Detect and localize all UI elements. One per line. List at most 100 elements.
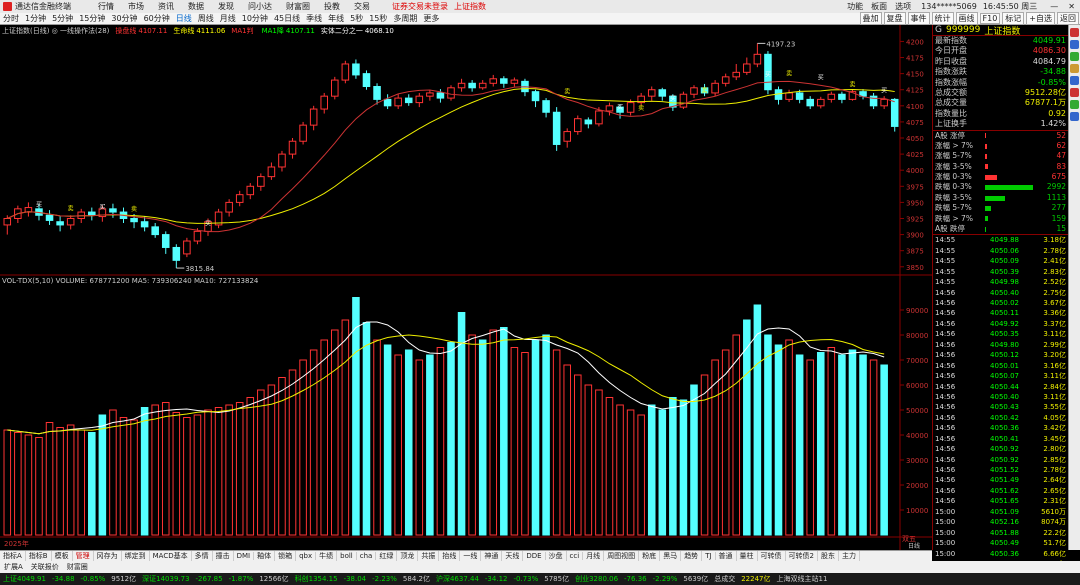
period-tab-0[interactable]: 分时: [0, 13, 22, 24]
period-tab-6[interactable]: 日线: [173, 13, 195, 24]
indicator-tab-14[interactable]: boll: [337, 552, 357, 560]
sidebar-orange-icon[interactable]: [1070, 64, 1079, 73]
tick-row[interactable]: 14:56 4051.62 2.65亿: [933, 486, 1068, 496]
indicator-tab-27[interactable]: 周图视图: [604, 551, 640, 561]
sub-item-0[interactable]: 扩展A: [0, 562, 27, 572]
indicator-tab-2[interactable]: 模板: [52, 551, 73, 561]
tick-row[interactable]: 14:56 4049.92 3.37亿: [933, 319, 1068, 329]
indicator-tab-10[interactable]: 釉体: [254, 551, 276, 561]
indicator-tab-15[interactable]: cha: [357, 552, 377, 560]
tick-row[interactable]: 14:56 4050.40 2.75亿: [933, 288, 1068, 298]
period-tab-13[interactable]: 5秒: [347, 13, 366, 24]
kline-chart-svg[interactable]: 4200 4175 4150 4125 4100 4075 4050 4025 4000 3975…: [0, 25, 932, 550]
tick-row[interactable]: 15:00 4051.88 22.2亿: [933, 528, 1068, 538]
indicator-tab-35[interactable]: 可转债2: [786, 551, 818, 561]
indicator-tab-0[interactable]: 指标A: [0, 551, 26, 561]
minimize-icon[interactable]: —: [1050, 2, 1058, 11]
tick-row[interactable]: 14:56 4050.36 3.42亿: [933, 423, 1068, 433]
tick-row[interactable]: 15:00 4051.09 5610万: [933, 507, 1068, 517]
toolbar-button-3[interactable]: 统计: [931, 12, 954, 25]
period-tab-7[interactable]: 周线: [195, 13, 217, 24]
period-tab-8[interactable]: 月线: [217, 13, 239, 24]
tick-row[interactable]: 14:56 4050.92 2.85亿: [933, 455, 1068, 465]
tick-row[interactable]: 14:56 4050.35 3.11亿: [933, 329, 1068, 339]
indicator-tab-23[interactable]: DDE: [523, 552, 546, 560]
toolbar-button-0[interactable]: 叠加: [859, 12, 882, 25]
menu-item-7[interactable]: 投教: [324, 1, 340, 12]
toolbar-button-4[interactable]: 画线: [955, 12, 978, 25]
tick-list[interactable]: 14:55 4049.88 3.18亿 14:55 4050.06 2.78亿 14:55 4…: [933, 234, 1068, 569]
indicator-tab-5[interactable]: 绑定到: [122, 551, 150, 561]
period-tab-12[interactable]: 年线: [325, 13, 347, 24]
tick-row[interactable]: 14:56 4050.92 2.80亿: [933, 444, 1068, 454]
tick-row[interactable]: 14:55 4050.39 2.83亿: [933, 267, 1068, 277]
indicator-tab-30[interactable]: 趋势: [681, 551, 703, 561]
indicator-tab-17[interactable]: 顶龙: [397, 551, 419, 561]
login-notice[interactable]: 证券交易未登录: [392, 1, 448, 12]
toolbar-button-1[interactable]: 复盘: [883, 12, 906, 25]
indicator-tab-9[interactable]: DMI: [234, 552, 255, 560]
period-tab-14[interactable]: 15秒: [366, 13, 390, 24]
toolbar-button-2[interactable]: 事件: [907, 12, 930, 25]
indicator-tab-11[interactable]: 锁箱: [275, 551, 297, 561]
tick-row[interactable]: 14:56 4050.11 3.36亿: [933, 308, 1068, 318]
indicator-tab-12[interactable]: qbx: [296, 552, 317, 560]
menu-item-3[interactable]: 数据: [188, 1, 204, 12]
tick-row[interactable]: 14:55 4049.88 3.18亿: [933, 235, 1068, 245]
menu-item-5[interactable]: 问小达: [248, 1, 272, 12]
tick-row[interactable]: 14:56 4050.43 3.55亿: [933, 402, 1068, 412]
indicator-tab-16[interactable]: 红绿: [376, 551, 398, 561]
tick-row[interactable]: 14:56 4050.07 3.11亿: [933, 371, 1068, 381]
sidebar-red-icon[interactable]: [1070, 28, 1079, 37]
sidebar-alert-icon[interactable]: [1070, 88, 1079, 97]
indicator-tab-33[interactable]: 量柱: [737, 551, 758, 561]
tick-row[interactable]: 14:56 4049.80 2.99亿: [933, 340, 1068, 350]
menu-item-2[interactable]: 资讯: [158, 1, 174, 12]
tick-row[interactable]: 14:56 4050.40 3.11亿: [933, 392, 1068, 402]
period-tab-4[interactable]: 30分钟: [108, 13, 140, 24]
indicator-tab-28[interactable]: 粉底: [639, 551, 661, 561]
period-tab-2[interactable]: 5分钟: [49, 13, 76, 24]
sidebar-news-icon[interactable]: [1070, 112, 1079, 121]
indicator-tab-32[interactable]: 普通: [716, 551, 737, 561]
sub-item-2[interactable]: 财富圈: [63, 562, 92, 572]
close-icon[interactable]: ✕: [1068, 2, 1075, 11]
tick-row[interactable]: 14:56 4050.44 2.84亿: [933, 382, 1068, 392]
tick-row[interactable]: 14:55 4050.09 2.41亿: [933, 256, 1068, 266]
tick-row[interactable]: 14:56 4051.52 2.78亿: [933, 465, 1068, 475]
period-tab-3[interactable]: 15分钟: [76, 13, 108, 24]
sidebar-blue-icon[interactable]: [1070, 40, 1079, 49]
tick-row[interactable]: 14:56 4050.12 3.20亿: [933, 350, 1068, 360]
tick-row[interactable]: 15:00 4050.49 51.7亿: [933, 538, 1068, 548]
indicator-tab-24[interactable]: 沙盘: [546, 551, 567, 561]
period-tab-16[interactable]: 更多: [420, 13, 442, 24]
indicator-tab-13[interactable]: 牛绩: [316, 551, 338, 561]
index-notice[interactable]: 上证指数: [454, 1, 486, 12]
indicator-tab-18[interactable]: 共振: [418, 551, 440, 561]
toolbar-button-7[interactable]: +自选: [1026, 12, 1055, 25]
menu-item-8[interactable]: 交易: [354, 1, 370, 12]
title-right-item-0[interactable]: 功能: [847, 1, 863, 12]
indicator-tab-6[interactable]: MACD基本: [150, 551, 192, 561]
account-id[interactable]: 134*****5069: [921, 2, 977, 11]
tick-row[interactable]: 14:55 4050.06 2.78亿: [933, 246, 1068, 256]
toolbar-button-8[interactable]: 返回: [1057, 12, 1079, 25]
tick-row[interactable]: 15:00 4050.36 6.66亿: [933, 549, 1068, 559]
sub-item-1[interactable]: 关联报价: [27, 562, 63, 572]
sidebar-chart-icon[interactable]: [1070, 100, 1079, 109]
indicator-tab-37[interactable]: 主力: [839, 551, 860, 561]
indicator-tab-29[interactable]: 黑马: [660, 551, 682, 561]
indicator-tab-34[interactable]: 可转债: [758, 551, 786, 561]
indicator-tab-1[interactable]: 指标B: [26, 551, 52, 561]
title-right-item-1[interactable]: 板面: [871, 1, 887, 12]
indicator-tab-26[interactable]: 月线: [583, 551, 605, 561]
indicator-tab-20[interactable]: 一线: [460, 551, 482, 561]
tick-row[interactable]: 14:56 4050.02 3.67亿: [933, 298, 1068, 308]
title-right-item-2[interactable]: 选项: [895, 1, 911, 12]
kline-chart-area[interactable]: 4200 4175 4150 4125 4100 4075 4050 4025 4000 3975…: [0, 25, 932, 550]
sidebar-green-icon[interactable]: [1070, 52, 1079, 61]
sidebar-info-icon[interactable]: [1070, 76, 1079, 85]
tick-row[interactable]: 14:56 4051.49 2.64亿: [933, 475, 1068, 485]
indicator-tab-31[interactable]: TJ: [702, 552, 716, 560]
toolbar-button-5[interactable]: F10: [979, 13, 1001, 24]
